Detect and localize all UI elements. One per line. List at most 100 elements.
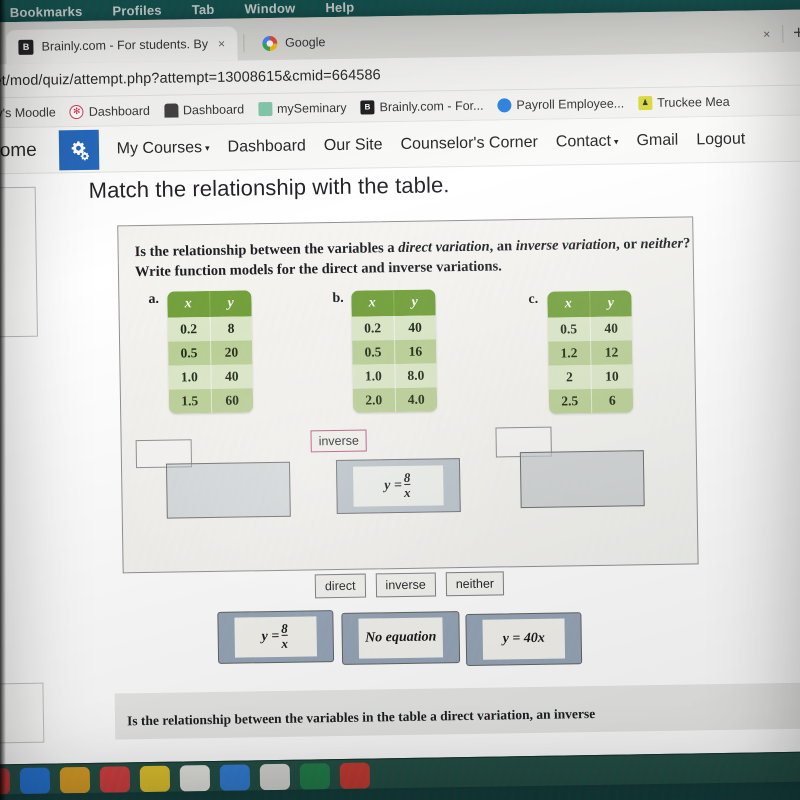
cell-x: 0.2 (167, 316, 211, 342)
tab-title: Brainly.com - For students. By (41, 36, 209, 54)
bookmark-brainly[interactable]: B Brainly.com - For... (360, 98, 484, 115)
pages-icon[interactable] (179, 765, 211, 792)
bookmark-dashboard-2[interactable]: Dashboard (163, 102, 244, 118)
column-header-x: x (167, 290, 210, 318)
cell-y: 6 (590, 388, 634, 413)
calendar-icon[interactable] (99, 766, 131, 793)
menu-item-help[interactable]: Help (325, 0, 354, 15)
table-row: 1.0 40 (168, 364, 253, 390)
table-row: 0.2 40 (351, 315, 437, 341)
cell-y: 60 (210, 388, 254, 413)
nav-item-counselors-corner[interactable]: Counselor's Corner (400, 133, 538, 153)
close-icon[interactable]: × (216, 37, 227, 51)
token-no-equation[interactable]: No equation (341, 611, 461, 665)
truckee-icon: ♟ (638, 95, 653, 110)
table-row: 2.5 6 (548, 388, 634, 414)
question-prompt-text: Is the relationship between the variable… (134, 235, 691, 281)
bookmark-dashboard-1[interactable]: ✻ Dashboard (69, 103, 151, 119)
equation-text: No equation (365, 629, 437, 646)
menu-item-tab[interactable]: Tab (192, 2, 215, 17)
question-number: tion 1 (0, 194, 29, 219)
table-row: 1.0 8.0 (352, 363, 437, 389)
cell-x: 1.0 (352, 364, 395, 389)
column-header-y: y (209, 290, 252, 317)
payroll-icon (497, 97, 512, 112)
url-text[interactable]: er.net/mod/quiz/attempt.php?attempt=1300… (0, 67, 381, 89)
bookmark-label: Truckee Mea (657, 94, 730, 110)
token-equation-8-over-x[interactable]: y = 8 x (217, 610, 335, 664)
token-direct[interactable]: direct (314, 573, 366, 599)
dropzone-equation-b[interactable]: y = 8 x (335, 458, 461, 515)
table-label-a: a. (148, 291, 160, 307)
question-edit-line[interactable]: ion (0, 308, 31, 327)
menu-item-bookmarks[interactable]: Bookmarks (10, 4, 83, 20)
table-a-wrapper: a. x y 0.2 8 0.5 20 1.0 40 1.5 60 (148, 290, 254, 414)
pdf-icon[interactable] (339, 762, 371, 789)
dashboard-dark-icon (163, 102, 179, 118)
question-2-text: Is the relationship between the variable… (126, 705, 596, 729)
cell-y: 40 (589, 316, 633, 342)
bookmark-payroll[interactable]: Payroll Employee... (497, 96, 624, 112)
nav-item-home[interactable]: Home (0, 139, 37, 162)
nav-item-gmail[interactable]: Gmail (636, 131, 678, 150)
question-2-strip: Is the relationship between the variable… (114, 682, 800, 740)
question-state-line-2: ered (0, 235, 30, 254)
table-c-wrapper: c. x y 0.5 40 1.2 12 2 10 2.5 6 (528, 290, 634, 414)
nav-item-logout[interactable]: Logout (696, 130, 745, 149)
question-flag-line[interactable]: ıg (0, 290, 31, 309)
equation-lhs: y = (261, 628, 280, 645)
fraction-8-over-x: 8 x (281, 620, 289, 651)
table-c: x y 0.5 40 1.2 12 2 10 2.5 6 (547, 290, 634, 414)
new-tab-button[interactable]: + (793, 23, 800, 44)
seminary-icon (257, 101, 273, 116)
reminders-icon[interactable] (139, 765, 171, 793)
menu-item-profiles[interactable]: Profiles (112, 3, 162, 19)
tab-title: Google (284, 35, 326, 50)
notes-icon[interactable] (59, 766, 91, 794)
bookmark-truckee[interactable]: ♟ Truckee Mea (638, 94, 730, 110)
table-label-b: b. (332, 290, 344, 307)
tab-brainly[interactable]: B Brainly.com - For students. By × (6, 26, 238, 65)
close-icon[interactable]: × (761, 27, 772, 41)
token-equation-40x[interactable]: y = 40x (465, 612, 583, 666)
nav-item-our-site[interactable]: Our Site (324, 136, 383, 155)
dropzone-equation-a[interactable] (165, 461, 291, 519)
table-row: 0.5 20 (168, 340, 253, 366)
tab-google[interactable]: Google (250, 25, 336, 60)
nav-item-contact[interactable]: Contact ▾ (556, 132, 619, 151)
table-row: 0.5 16 (352, 339, 437, 365)
cell-y: 10 (590, 364, 633, 390)
drive-icon[interactable] (219, 764, 251, 791)
brainly-icon: B (360, 99, 375, 115)
question-marks-line: s out of (0, 263, 30, 282)
question-excerpt-panel: Is the relationship between the variable… (117, 216, 699, 574)
cell-x: 1.5 (168, 388, 212, 414)
bookmark-label: Dashboard (88, 103, 151, 119)
token-neither[interactable]: neither (445, 571, 505, 597)
gears-icon[interactable] (58, 129, 100, 170)
dropzone-equation-c[interactable] (519, 450, 645, 509)
table-row: 1.5 60 (168, 388, 254, 414)
dashboard-red-icon: ✻ (69, 104, 84, 119)
question-1-info-panel: tion 1 et ered s out of ıg ion (0, 186, 38, 339)
table-row: 1.2 12 (548, 340, 633, 366)
nav-item-dashboard[interactable]: Dashboard (227, 137, 306, 156)
finder-icon[interactable] (0, 768, 11, 795)
equation-text: y = 40x (502, 630, 545, 647)
bookmark-label: mySeminary (276, 100, 347, 116)
tab-divider (782, 24, 784, 43)
placed-token-inverse[interactable]: inverse (310, 429, 368, 453)
cell-x: 0.5 (352, 340, 395, 365)
cell-x: 1.0 (168, 364, 211, 390)
nav-item-my-courses[interactable]: My Courses ▾ (117, 138, 210, 157)
bookmark-myseminary[interactable]: mySeminary (257, 100, 347, 116)
bookmark-moodle[interactable]: y's Moodle (0, 105, 56, 120)
chevron-down-icon: ▾ (613, 136, 619, 147)
menu-item-window[interactable]: Window (244, 1, 295, 17)
cell-x: 2 (548, 365, 591, 390)
excel-icon[interactable] (299, 763, 331, 790)
token-inverse[interactable]: inverse (375, 572, 436, 598)
mail-icon[interactable] (259, 763, 291, 791)
browser-icon[interactable] (19, 767, 51, 795)
tab-divider (242, 34, 245, 53)
